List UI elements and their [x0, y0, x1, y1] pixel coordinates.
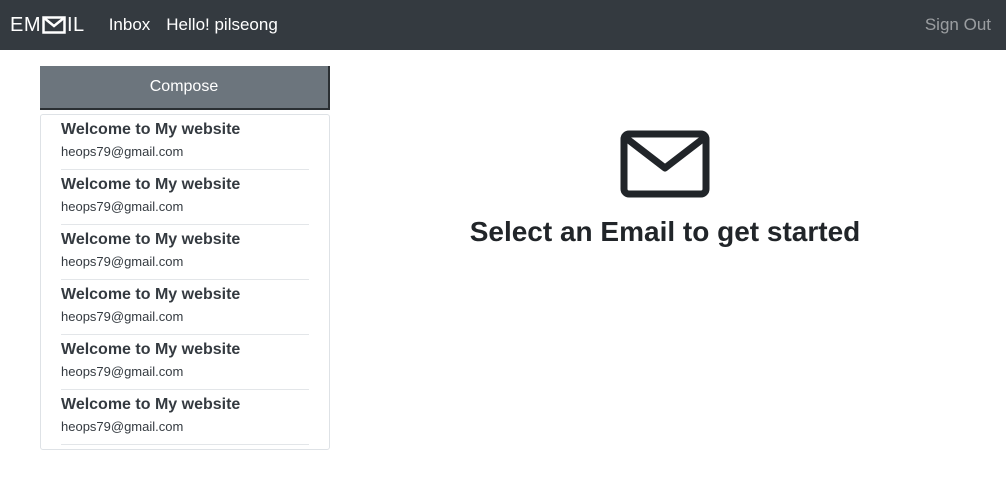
email-list-item[interactable]: Welcome to My website heops79@gmail.com [61, 280, 309, 335]
email-sender: heops79@gmail.com [61, 144, 184, 159]
email-list-item[interactable]: Welcome to My website heops79@gmail.com [61, 335, 309, 390]
email-sender: heops79@gmail.com [61, 364, 184, 379]
email-subject: Welcome to My website [61, 176, 241, 193]
empty-state: Select an Email to get started [330, 130, 1000, 248]
nav-inbox-link[interactable]: Inbox [109, 15, 151, 35]
empty-state-message: Select an Email to get started [469, 216, 861, 247]
email-sender: heops79@gmail.com [61, 309, 184, 324]
compose-button[interactable]: Compose [40, 66, 330, 110]
email-sender: heops79@gmail.com [61, 419, 184, 434]
email-subject: Welcome to My website [61, 286, 241, 303]
email-list-item[interactable]: Welcome to My website heops79@gmail.com [61, 115, 309, 170]
sign-out-link[interactable]: Sign Out [925, 15, 991, 35]
email-subject: Welcome to My website [61, 231, 241, 248]
email-sender: heops79@gmail.com [61, 254, 184, 269]
email-list-item[interactable]: Welcome to My website heops79@gmail.com [61, 225, 309, 280]
email-list-item[interactable]: Welcome to My website heops79@gmail.com [61, 170, 309, 225]
top-navbar: EM IL Inbox Hello! pilseong Sign Out [0, 0, 1006, 50]
email-subject: Welcome to My website [61, 121, 241, 138]
brand-logo[interactable]: EM IL [10, 14, 85, 37]
email-list-item[interactable]: Welcome to My website heops79@gmail.com [61, 390, 309, 445]
email-subject: Welcome to My website [61, 341, 241, 358]
email-subject: Welcome to My website [61, 396, 241, 413]
brand-suffix: IL [67, 13, 85, 36]
user-greeting: Hello! pilseong [166, 15, 278, 34]
email-list: Welcome to My website heops79@gmail.com … [40, 114, 330, 450]
envelope-logo-icon [42, 16, 66, 34]
email-sender: heops79@gmail.com [61, 199, 184, 214]
envelope-icon [620, 130, 710, 198]
sidebar: Compose Welcome to My website heops79@gm… [40, 66, 330, 450]
brand-prefix: EM [10, 13, 41, 36]
